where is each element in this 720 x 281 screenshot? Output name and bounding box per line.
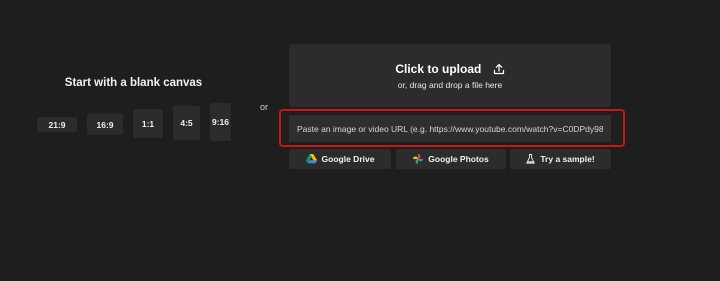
url-input[interactable] (289, 115, 611, 142)
google-drive-icon (305, 154, 317, 164)
google-photos-button[interactable]: Google Photos (396, 149, 506, 169)
ratio-4-5-button[interactable]: 4:5 (173, 106, 200, 140)
upload-title: Click to upload (289, 62, 611, 78)
ratio-16-9-button[interactable]: 16:9 (87, 114, 123, 135)
google-drive-label: Google Drive (321, 154, 375, 164)
ratio-9-16-button[interactable]: 9:16 (210, 103, 231, 141)
ratio-1-1-button[interactable]: 1:1 (133, 109, 163, 138)
google-photos-icon (413, 154, 424, 164)
google-drive-button[interactable]: Google Drive (289, 149, 391, 169)
upload-title-text: Click to upload (395, 62, 482, 76)
google-photos-label: Google Photos (428, 154, 489, 164)
upload-dropzone[interactable]: Click to upload or, drag and drop a file… (289, 44, 611, 107)
ratio-21-9-button[interactable]: 21:9 (37, 117, 77, 132)
or-separator: or (260, 102, 269, 112)
upload-icon (493, 63, 505, 78)
try-sample-button[interactable]: Try a sample! (510, 149, 611, 169)
upload-subtitle: or, drag and drop a file here (397, 80, 503, 90)
try-sample-label: Try a sample! (540, 154, 595, 164)
flask-icon (526, 154, 536, 164)
blank-canvas-title: Start with a blank canvas (64, 77, 203, 89)
